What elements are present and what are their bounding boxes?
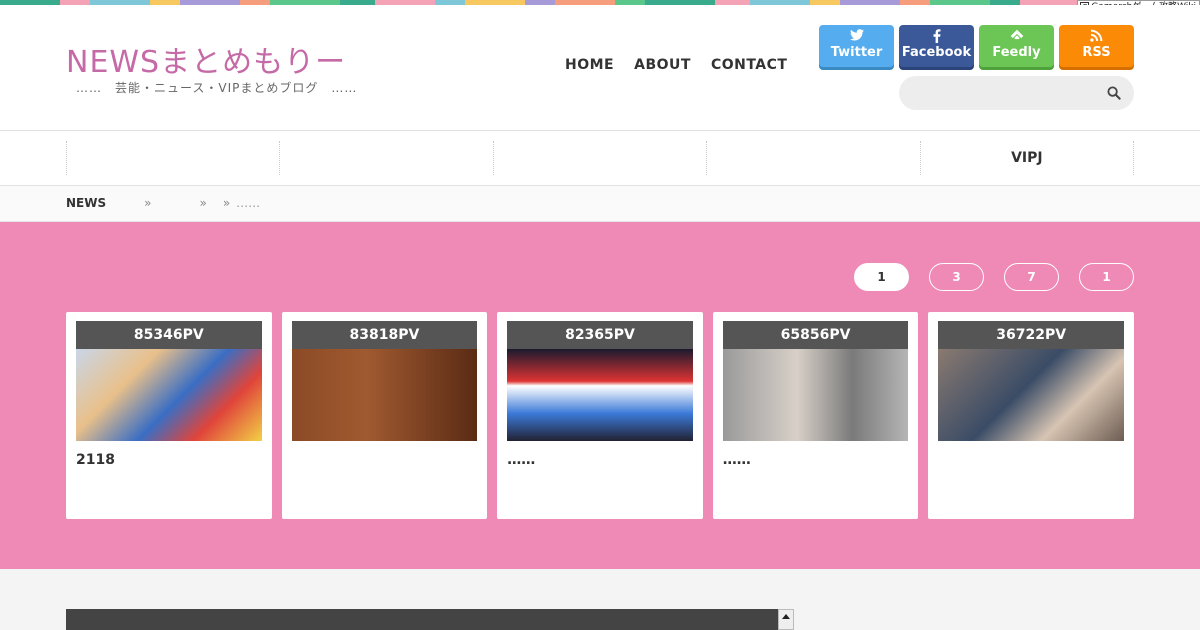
card-title[interactable]: …… [507,452,693,468]
feedly-icon [979,29,1054,45]
pageview-count: 36722PV [938,321,1124,349]
ranking-card[interactable]: 83818PV [281,312,488,519]
breadcrumb: NEWS » » » …… [0,186,1200,222]
category-item[interactable] [66,141,279,175]
breadcrumb-home[interactable]: NEWS [66,196,106,210]
embedded-frame[interactable] [66,609,780,630]
ranking-tab[interactable]: 1 [1079,263,1134,291]
twitter-icon [819,29,894,45]
facebook-button[interactable]: Facebook [899,25,974,67]
site-logo[interactable]: NEWSまとめもりー [66,37,346,81]
category-item[interactable] [279,141,492,175]
nav-home[interactable]: HOME [565,57,614,73]
scroll-up-icon[interactable] [782,614,790,619]
ranking-card[interactable]: 36722PV [928,312,1134,519]
ranking-tabs: 1371 [854,263,1134,291]
rss-label: RSS [1082,45,1111,60]
category-bar: VIPJ [0,130,1200,186]
category-item[interactable]: VIPJ [919,141,1135,175]
breadcrumb-separator: » [199,196,207,210]
legoland-image[interactable] [507,349,693,441]
breadcrumb-level2[interactable] [151,196,199,210]
couple-street-image[interactable] [722,349,909,441]
category-item[interactable] [706,141,919,175]
main-nav: HOME ABOUT CONTACT [565,57,787,73]
facebook-label: Facebook [901,45,972,60]
pageview-count: 85346PV [76,321,262,349]
nav-about[interactable]: ABOUT [634,57,691,73]
manga-cover-image[interactable] [76,349,262,441]
breadcrumb-separator: » [222,196,231,210]
pageview-count: 65856PV [722,321,909,349]
site-header: NEWSまとめもりー …… 芸能・ニュース・VIPまとめブログ …… HOME … [0,5,1200,130]
twitter-button[interactable]: Twitter [819,25,894,67]
category-item[interactable] [492,141,706,175]
search-icon[interactable] [1107,85,1123,101]
ranking-card[interactable]: 85346PV 2118 [66,312,272,519]
search-input[interactable] [899,76,1099,110]
category-list: VIPJ [66,141,1135,175]
social-buttons: Twitter Facebook Feedly RSS [819,25,1134,67]
feedly-label: Feedly [992,45,1041,60]
ranking-tab[interactable]: 1 [854,263,909,291]
scrollbar[interactable] [778,609,794,630]
breadcrumb-current: …… [236,196,261,210]
girl-portrait-image[interactable] [291,349,478,441]
ranking-tab[interactable]: 3 [929,263,984,291]
feedly-button[interactable]: Feedly [979,25,1054,67]
twitter-label: Twitter [830,45,883,60]
site-tagline: …… 芸能・ニュース・VIPまとめブログ …… [76,81,358,95]
search-box [899,76,1134,110]
facebook-icon [899,29,974,45]
card-title[interactable]: …… [723,452,909,468]
card-title[interactable]: 2118 [76,452,262,468]
pageview-count: 83818PV [291,321,478,349]
rss-icon [1059,29,1134,45]
popular-ranking-section: 1371 85346PV 2118 83818PV 82365PV…… 65856PV…… [0,222,1200,569]
breadcrumb-separator: » [144,196,152,210]
pageview-count: 82365PV [507,321,693,349]
nav-contact[interactable]: CONTACT [711,57,788,73]
ranking-cards: 85346PV 2118 83818PV 82365PV …… 65856PV …… 3672… [66,312,1134,519]
content-area [0,569,1200,630]
ranking-tab[interactable]: 7 [1004,263,1059,291]
ranking-card[interactable]: 82365PV …… [497,312,703,519]
ranking-card[interactable]: 65856PV …… [712,312,919,519]
medical-procedure-image[interactable] [938,349,1124,441]
rss-button[interactable]: RSS [1059,25,1134,67]
